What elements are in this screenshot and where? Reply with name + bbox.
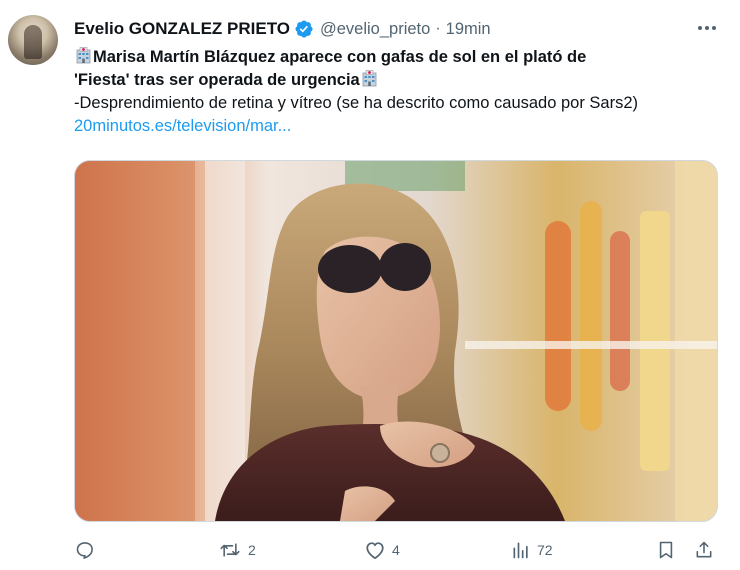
author-name[interactable]: Evelio GONZALEZ PRIETO (74, 19, 290, 39)
author-handle[interactable]: @evelio_prieto (320, 20, 430, 39)
reply-icon (76, 542, 93, 559)
views-count: 72 (537, 542, 553, 558)
tweet-timestamp[interactable]: 19min (446, 20, 491, 39)
tv-still-photo (75, 161, 717, 521)
avatar-figure (24, 25, 42, 59)
hospital-emoji-icon (75, 47, 92, 64)
like-count: 4 (392, 542, 400, 558)
tweet-link[interactable]: 20minutos.es/television/mar... (74, 115, 724, 138)
share-button[interactable] (694, 535, 714, 565)
heart-icon (366, 542, 384, 560)
headline-line-1: Marisa Martín Blázquez aparece con gafas… (93, 48, 587, 66)
action-bar: 2 4 72 (0, 535, 740, 565)
more-options-icon[interactable] (694, 18, 720, 38)
bookmark-button[interactable] (656, 535, 676, 565)
retweet-icon (220, 543, 240, 557)
verified-badge-icon[interactable] (294, 19, 314, 39)
tweet-text: Marisa Martín Blázquez aparece con gafas… (74, 46, 724, 138)
tweet-header: Evelio GONZALEZ PRIETO @evelio_prieto · … (74, 17, 491, 41)
headline-line-2: 'Fiesta' tras ser operada de urgencia (74, 71, 360, 89)
like-button[interactable]: 4 (364, 535, 400, 565)
bookmark-icon (659, 541, 673, 559)
tweet-card[interactable]: Evelio GONZALEZ PRIETO @evelio_prieto · … (0, 0, 740, 570)
tweet-body: -Desprendimiento de retina y vítreo (se … (74, 94, 639, 112)
share-icon (696, 541, 712, 558)
reply-button[interactable] (75, 535, 101, 565)
profile-avatar[interactable] (8, 15, 58, 65)
separator-dot: · (435, 20, 441, 37)
tweet-media-photo[interactable] (74, 160, 718, 522)
analytics-icon (513, 542, 528, 559)
hospital-emoji-icon (361, 70, 378, 87)
retweet-button[interactable]: 2 (218, 535, 256, 565)
views-button[interactable]: 72 (511, 535, 553, 565)
retweet-count: 2 (248, 542, 256, 558)
